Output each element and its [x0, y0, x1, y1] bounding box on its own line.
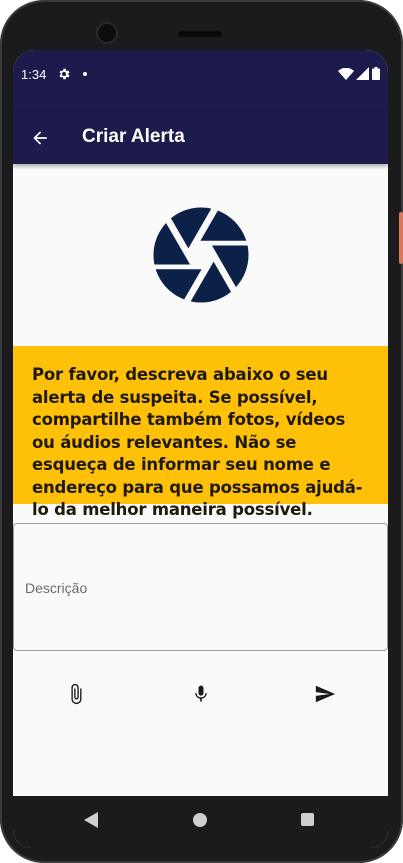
back-button[interactable]: [25, 124, 55, 152]
system-nav-bar: [13, 796, 388, 848]
description-label: Descrição: [25, 580, 88, 596]
phone-frame: 1:34 Criar Alerta Por favor, descreva ab…: [0, 0, 403, 863]
description-field[interactable]: Descrição: [13, 523, 388, 651]
attach-button[interactable]: [56, 674, 96, 714]
nav-home-icon[interactable]: [193, 813, 207, 827]
send-button[interactable]: [305, 674, 345, 714]
paperclip-icon: [71, 683, 82, 705]
status-time: 1:34: [21, 67, 47, 82]
gear-icon: [59, 68, 70, 80]
page-title: Criar Alerta: [82, 126, 185, 147]
instructions-banner: Por favor, descreva abaixo o seu alerta …: [13, 346, 388, 519]
battery-icon: [372, 67, 380, 80]
microphone-icon: [195, 685, 207, 702]
earpiece-speaker: [178, 31, 222, 37]
wifi-icon: [338, 68, 354, 80]
nav-back-icon[interactable]: [84, 812, 98, 828]
front-camera: [98, 24, 116, 42]
notification-dot-icon: [83, 72, 87, 76]
app-bar: Criar Alerta: [13, 112, 388, 164]
status-bar: 1:34: [13, 50, 388, 112]
signal-icon: [356, 67, 369, 80]
action-row: [13, 674, 388, 714]
instructions-text: Por favor, descreva abaixo o seu alerta …: [32, 365, 363, 519]
main-content: Por favor, descreva abaixo o seu alerta …: [13, 164, 388, 796]
arrow-back-icon: [33, 131, 47, 145]
record-audio-button[interactable]: [181, 674, 221, 714]
side-button[interactable]: [399, 212, 403, 264]
nav-recents-icon[interactable]: [301, 813, 314, 826]
send-icon: [315, 685, 336, 703]
camera-aperture-icon: [153, 207, 249, 303]
screen: 1:34 Criar Alerta Por favor, descreva ab…: [13, 50, 388, 848]
